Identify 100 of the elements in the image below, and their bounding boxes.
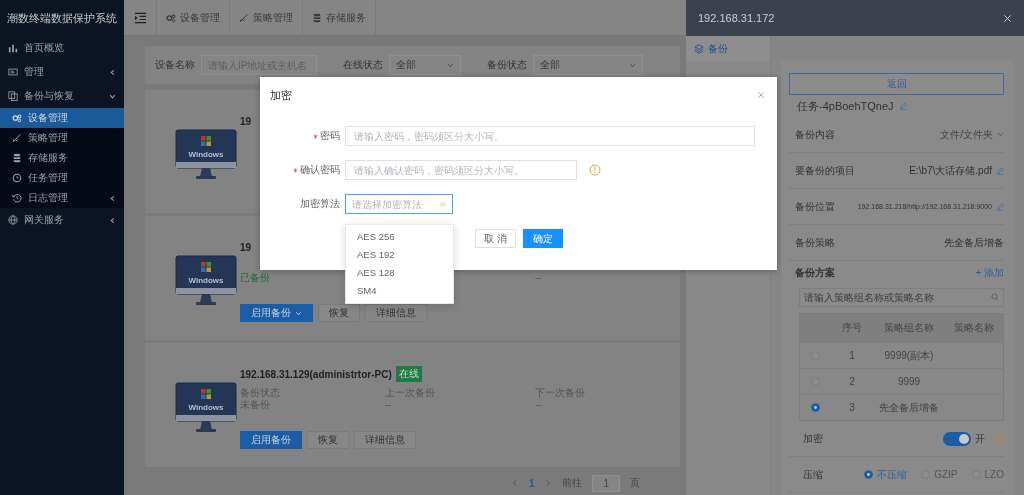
caret-icon <box>439 200 446 208</box>
action-button[interactable]: 启用备份 <box>240 304 313 322</box>
os-label: Windows <box>188 403 224 412</box>
toggle-switch[interactable] <box>943 431 971 446</box>
sidebar-item[interactable]: 日志管理 <box>0 188 124 208</box>
gears-icon <box>166 12 176 23</box>
field-label: 确认密码 <box>293 163 340 177</box>
database-icon <box>12 153 22 163</box>
sidebar-item[interactable]: 策略管理 <box>0 128 124 148</box>
monitor-icon <box>175 129 237 179</box>
field-label: 加密算法 <box>300 197 340 211</box>
search-field[interactable]: 请输入策略组名称或策略名称 <box>799 288 1004 307</box>
sidebar-item[interactable]: 网关服务 <box>0 208 124 232</box>
action-button[interactable]: 详细信息 <box>354 431 416 449</box>
task-name: 任务-4pBoehTQneJ <box>797 98 894 114</box>
globe-icon <box>8 215 18 225</box>
field-label: 备份位置 <box>795 199 835 214</box>
edit-icon[interactable] <box>996 166 1004 175</box>
history-icon <box>12 193 22 203</box>
filter-label: 设备名称 <box>155 58 195 72</box>
table-cell: 9999 <box>897 376 921 387</box>
layers-icon <box>694 44 704 54</box>
device-ip: 19 <box>240 241 252 253</box>
device-ip: 192.168.31.129(administrtor-PC) <box>240 368 392 380</box>
select-field[interactable]: 全部 <box>533 55 643 75</box>
field-label: 备份策略 <box>795 235 835 250</box>
monitor-icon <box>175 382 237 432</box>
app-title: 潮数终端数据保护系统 <box>6 10 118 26</box>
clock-icon <box>12 173 22 183</box>
password-field[interactable]: 请输入确认密码，密码须区分大小写。 <box>345 160 577 180</box>
field-label: 要备份的项目 <box>795 163 855 178</box>
filter-label: 在线状态 <box>343 58 383 72</box>
dialog-button[interactable]: 确定 <box>522 229 563 248</box>
caret-icon <box>629 61 636 69</box>
edit-icon[interactable] <box>996 202 1004 211</box>
add-link[interactable]: + 添加 <box>975 266 1004 280</box>
copy-icon <box>8 91 18 101</box>
bar-chart-icon <box>8 43 18 53</box>
field-value: -- <box>385 399 392 410</box>
dropdown-option[interactable]: AES 192 <box>346 246 453 264</box>
drawer-title: 192.168.31.172 <box>698 12 775 24</box>
field-value: -- <box>535 272 542 283</box>
algorithm-select[interactable]: 请选择加密算法 <box>345 194 453 214</box>
field-value: 先全备后增备 <box>944 235 1004 250</box>
pen-icon <box>239 12 249 23</box>
field-label: 密码 <box>313 129 340 143</box>
caret-icon <box>295 309 302 317</box>
monitor-icon <box>175 255 237 305</box>
sidebar-item[interactable]: 首页概览 <box>0 36 124 60</box>
required-mark-icon <box>293 167 298 173</box>
caret-icon <box>997 131 1004 138</box>
sidebar-item[interactable]: 备份与恢复 <box>0 84 124 108</box>
drawer-tab[interactable]: 备份 <box>686 36 770 62</box>
radio-option[interactable]: 不压缩 <box>864 467 908 482</box>
field-label: 压缩 <box>803 467 823 482</box>
database-icon <box>312 12 322 23</box>
table-cell: 2 <box>849 376 855 387</box>
os-label: Windows <box>188 149 224 159</box>
page-field[interactable]: 1 <box>592 474 620 492</box>
table-cell: 3 <box>849 402 855 413</box>
online-tag: 在线 <box>395 366 422 382</box>
os-label: Windows <box>188 276 224 285</box>
warning-icon <box>589 164 601 176</box>
filter-label: 备份状态 <box>487 58 527 72</box>
action-button[interactable]: 恢复 <box>307 431 349 449</box>
info-icon <box>993 433 1004 444</box>
device-ip: 19 <box>240 115 252 127</box>
radio-button[interactable] <box>810 403 820 412</box>
section-title: 备份方案 <box>795 266 835 280</box>
caret-icon <box>447 61 454 69</box>
gears-icon <box>12 113 22 123</box>
field-value: E:\b7\大话存储.pdf <box>909 163 992 178</box>
dropdown-option[interactable]: AES 256 <box>346 228 453 246</box>
sidebar-item[interactable]: 设备管理 <box>0 108 124 128</box>
dialog-button[interactable]: 取 消 <box>475 229 516 248</box>
pen-icon <box>12 133 22 143</box>
switch-state: 开 <box>975 431 985 446</box>
field-label: 加密 <box>803 431 823 446</box>
back-button[interactable]: 返回 <box>789 73 1004 95</box>
dropdown-option[interactable]: AES 128 <box>346 264 453 282</box>
field-label: 备份内容 <box>795 127 835 142</box>
sidebar-item[interactable]: 任务管理 <box>0 168 124 188</box>
sidebar-item[interactable]: 存储服务 <box>0 148 124 168</box>
required-mark-icon <box>313 133 318 139</box>
field-value: 已备份 <box>240 272 270 283</box>
content-select[interactable]: 文件/文件夹 <box>940 127 1004 142</box>
dropdown-option[interactable]: SM4 <box>346 282 453 300</box>
edit-icon[interactable] <box>898 102 907 110</box>
action-button[interactable]: 详细信息 <box>365 304 427 322</box>
nav-tab[interactable]: 存储服务 <box>302 0 376 35</box>
close-icon[interactable] <box>1003 13 1012 23</box>
password-field[interactable]: 请输入密码，密码须区分大小写。 <box>345 126 755 146</box>
dialog-title: 加密 <box>270 87 292 103</box>
menu-icon[interactable] <box>134 11 147 24</box>
action-button[interactable]: 启用备份 <box>240 431 302 449</box>
sidebar-item[interactable]: 管理 <box>0 60 124 84</box>
table-cell: 先全备后增备 <box>879 401 939 413</box>
select-field[interactable]: 全部 <box>389 55 461 75</box>
id-card-icon <box>8 67 18 77</box>
action-button[interactable]: 恢复 <box>318 304 360 322</box>
